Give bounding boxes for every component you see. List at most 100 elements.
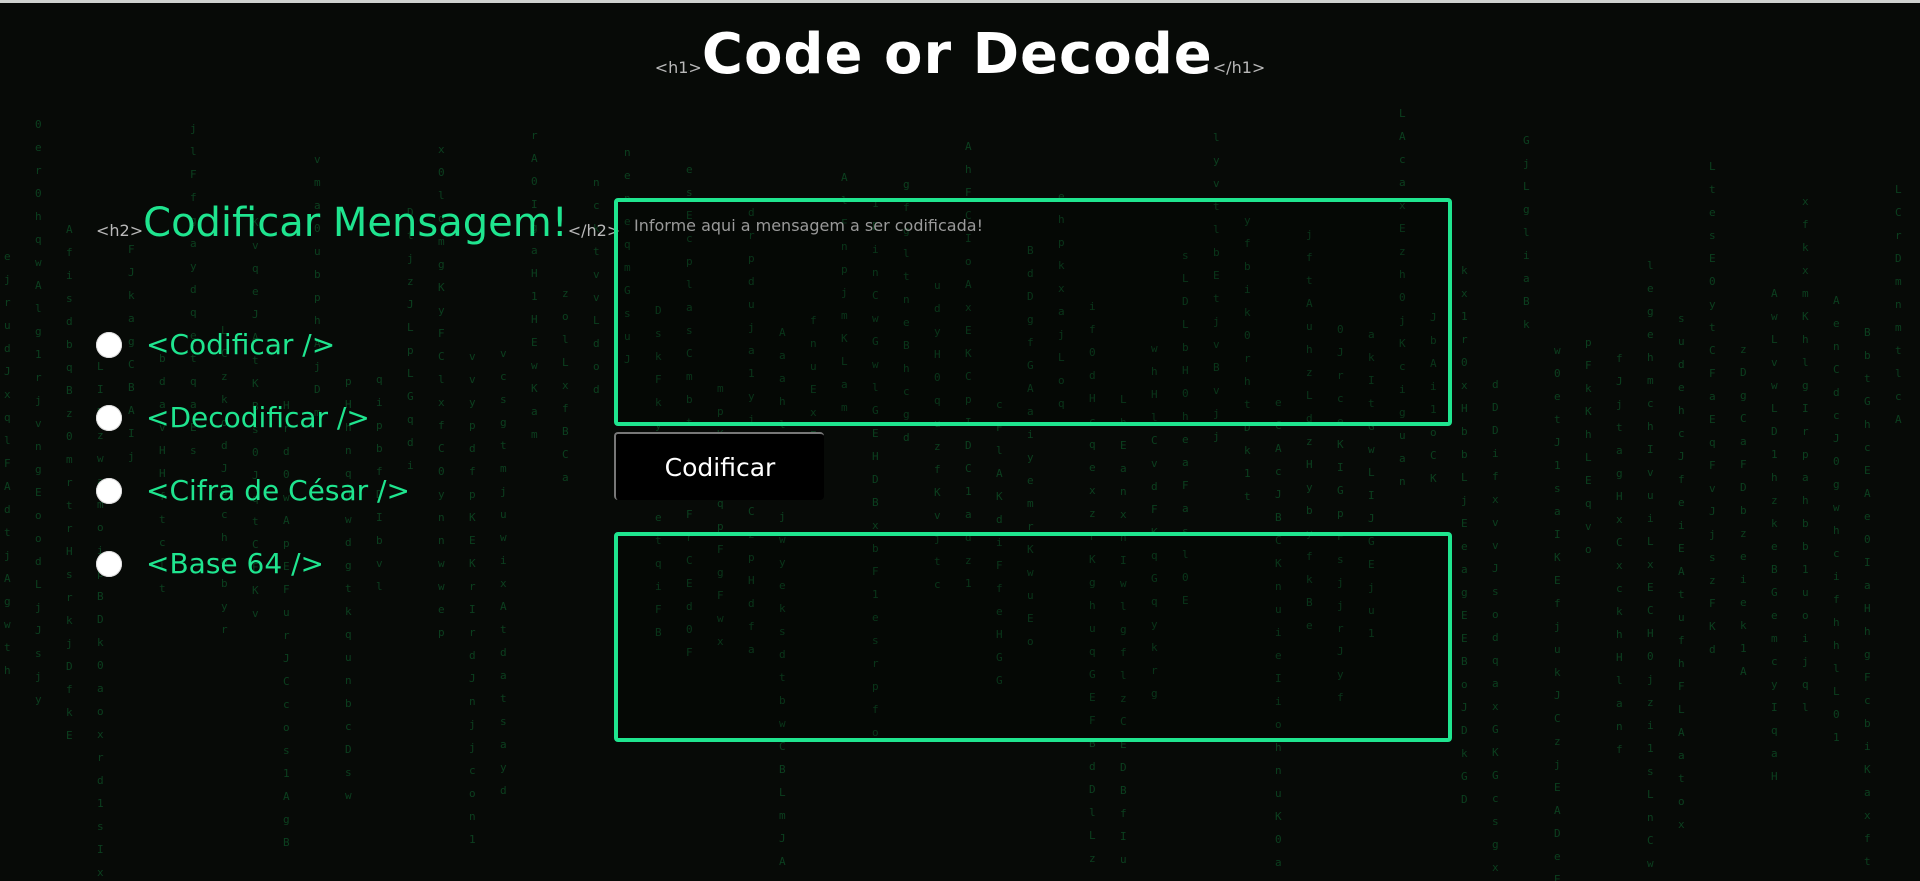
page-title-text: Code or Decode <box>701 22 1213 87</box>
matrix-glyph: g <box>35 463 42 476</box>
matrix-glyph: a <box>1182 456 1189 469</box>
matrix-glyph: u <box>1678 611 1685 624</box>
matrix-glyph: a <box>1461 563 1468 576</box>
matrix-glyph: w <box>1554 344 1561 357</box>
matrix-glyph: w <box>345 789 352 802</box>
matrix-glyph: u <box>1399 429 1406 442</box>
matrix-glyph: l <box>4 434 11 447</box>
matrix-glyph: 0 <box>1554 367 1561 380</box>
message-input[interactable] <box>618 202 1448 422</box>
matrix-glyph: r <box>469 580 476 593</box>
matrix-glyph: p <box>1337 507 1344 520</box>
matrix-glyph: g <box>1833 478 1840 491</box>
matrix-glyph: v <box>593 268 600 281</box>
matrix-glyph: i <box>1647 719 1654 732</box>
matrix-glyph: I <box>1802 402 1809 415</box>
matrix-glyph: J <box>4 365 11 378</box>
radio-button[interactable] <box>96 404 122 431</box>
matrix-glyph: d <box>996 513 1003 526</box>
matrix-glyph: c <box>500 370 507 383</box>
matrix-glyph: r <box>35 371 42 384</box>
matrix-glyph: x <box>1492 861 1499 874</box>
matrix-glyph: f <box>1802 218 1809 231</box>
matrix-glyph: q <box>1802 678 1809 691</box>
matrix-glyph: g <box>283 813 290 826</box>
encode-button[interactable]: Codificar <box>614 432 824 500</box>
matrix-glyph: v <box>35 417 42 430</box>
matrix-glyph: j <box>1709 528 1716 541</box>
matrix-glyph: v <box>593 291 600 304</box>
radio-option-cifra-de-cesar[interactable]: <Cifra de César /> <box>96 454 410 527</box>
matrix-glyph: f <box>562 402 569 415</box>
matrix-glyph: v <box>469 373 476 386</box>
matrix-glyph: L <box>1647 788 1654 801</box>
matrix-glyph: u <box>345 651 352 664</box>
matrix-glyph: B <box>1461 655 1468 668</box>
radio-option-decodificar[interactable]: <Decodificar /> <box>96 381 410 454</box>
matrix-glyph: E <box>872 427 879 440</box>
matrix-glyph: j <box>1461 494 1468 507</box>
matrix-glyph: f <box>66 683 73 696</box>
matrix-glyph: H <box>66 545 73 558</box>
matrix-glyph: j <box>1554 758 1561 771</box>
matrix-glyph: u <box>283 606 290 619</box>
matrix-glyph: I <box>97 843 104 856</box>
matrix-glyph: k <box>97 636 104 649</box>
matrix-glyph: s <box>283 744 290 757</box>
matrix-glyph: E <box>1709 252 1716 265</box>
matrix-glyph: c <box>345 720 352 733</box>
matrix-glyph: r <box>97 751 104 764</box>
matrix-glyph: e <box>35 141 42 154</box>
matrix-glyph: A <box>1895 413 1902 426</box>
radio-button[interactable] <box>96 550 122 577</box>
matrix-glyph: k <box>1461 264 1468 277</box>
matrix-glyph: o <box>1430 426 1437 439</box>
matrix-glyph: d <box>1492 378 1499 391</box>
matrix-glyph: F <box>1182 479 1189 492</box>
matrix-glyph: s <box>35 647 42 660</box>
matrix-glyph: x <box>1678 818 1685 831</box>
matrix-glyph: E <box>469 534 476 547</box>
matrix-glyph: r <box>1461 333 1468 346</box>
matrix-glyph: r <box>469 626 476 639</box>
matrix-glyph: A <box>1771 287 1778 300</box>
matrix-glyph: a <box>500 738 507 751</box>
matrix-glyph: J <box>1709 505 1716 518</box>
result-output[interactable] <box>618 536 1448 738</box>
matrix-glyph: y <box>221 600 228 613</box>
matrix-glyph: x <box>1120 508 1127 521</box>
matrix-glyph: f <box>66 246 73 259</box>
matrix-glyph: A <box>1833 294 1840 307</box>
matrix-glyph: L <box>593 314 600 327</box>
radio-button[interactable] <box>96 477 122 504</box>
radio-label[interactable]: <Cifra de César /> <box>146 474 410 507</box>
matrix-glyph: o <box>1678 795 1685 808</box>
matrix-glyph: s <box>1492 585 1499 598</box>
matrix-glyph: x <box>872 519 879 532</box>
matrix-glyph: L <box>1399 107 1406 120</box>
matrix-glyph: k <box>1740 619 1747 632</box>
matrix-glyph: H <box>1647 627 1654 640</box>
matrix-glyph: x <box>1802 195 1809 208</box>
h2-close-tag: </h2> <box>567 221 621 240</box>
matrix-glyph: 0 <box>531 175 538 188</box>
matrix-glyph: f <box>1678 634 1685 647</box>
matrix-glyph: A <box>996 467 1003 480</box>
matrix-glyph: j <box>1523 157 1530 170</box>
matrix-glyph: L <box>1089 829 1096 842</box>
radio-label[interactable]: <Base 64 /> <box>146 547 324 580</box>
matrix-glyph: L <box>1895 183 1902 196</box>
matrix-glyph: a <box>1554 505 1561 518</box>
matrix-glyph: 1 <box>1833 731 1840 744</box>
matrix-glyph: h <box>1275 741 1282 754</box>
radio-option-base-64[interactable]: <Base 64 /> <box>96 527 410 600</box>
matrix-glyph: q <box>4 411 11 424</box>
matrix-glyph: n <box>1833 340 1840 353</box>
matrix-glyph: d <box>500 646 507 659</box>
radio-button[interactable] <box>96 331 122 358</box>
radio-label[interactable]: <Decodificar /> <box>146 401 370 434</box>
matrix-glyph: f <box>1678 473 1685 486</box>
matrix-glyph: 1 <box>283 767 290 780</box>
radio-option-codificar[interactable]: <Codificar /> <box>96 308 410 381</box>
radio-label[interactable]: <Codificar /> <box>146 328 335 361</box>
